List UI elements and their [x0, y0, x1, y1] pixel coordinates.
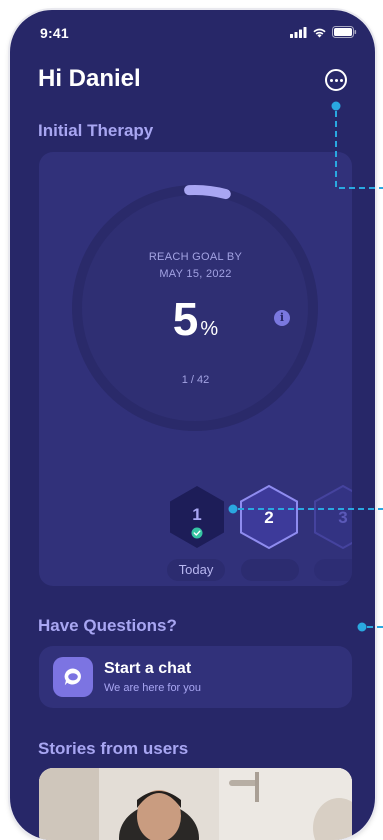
annotation-dot	[228, 504, 238, 514]
annotation-line	[335, 111, 383, 189]
annotation-dot	[357, 622, 367, 632]
annotation-dot	[331, 101, 341, 111]
annotation-overlay	[228, 101, 383, 632]
